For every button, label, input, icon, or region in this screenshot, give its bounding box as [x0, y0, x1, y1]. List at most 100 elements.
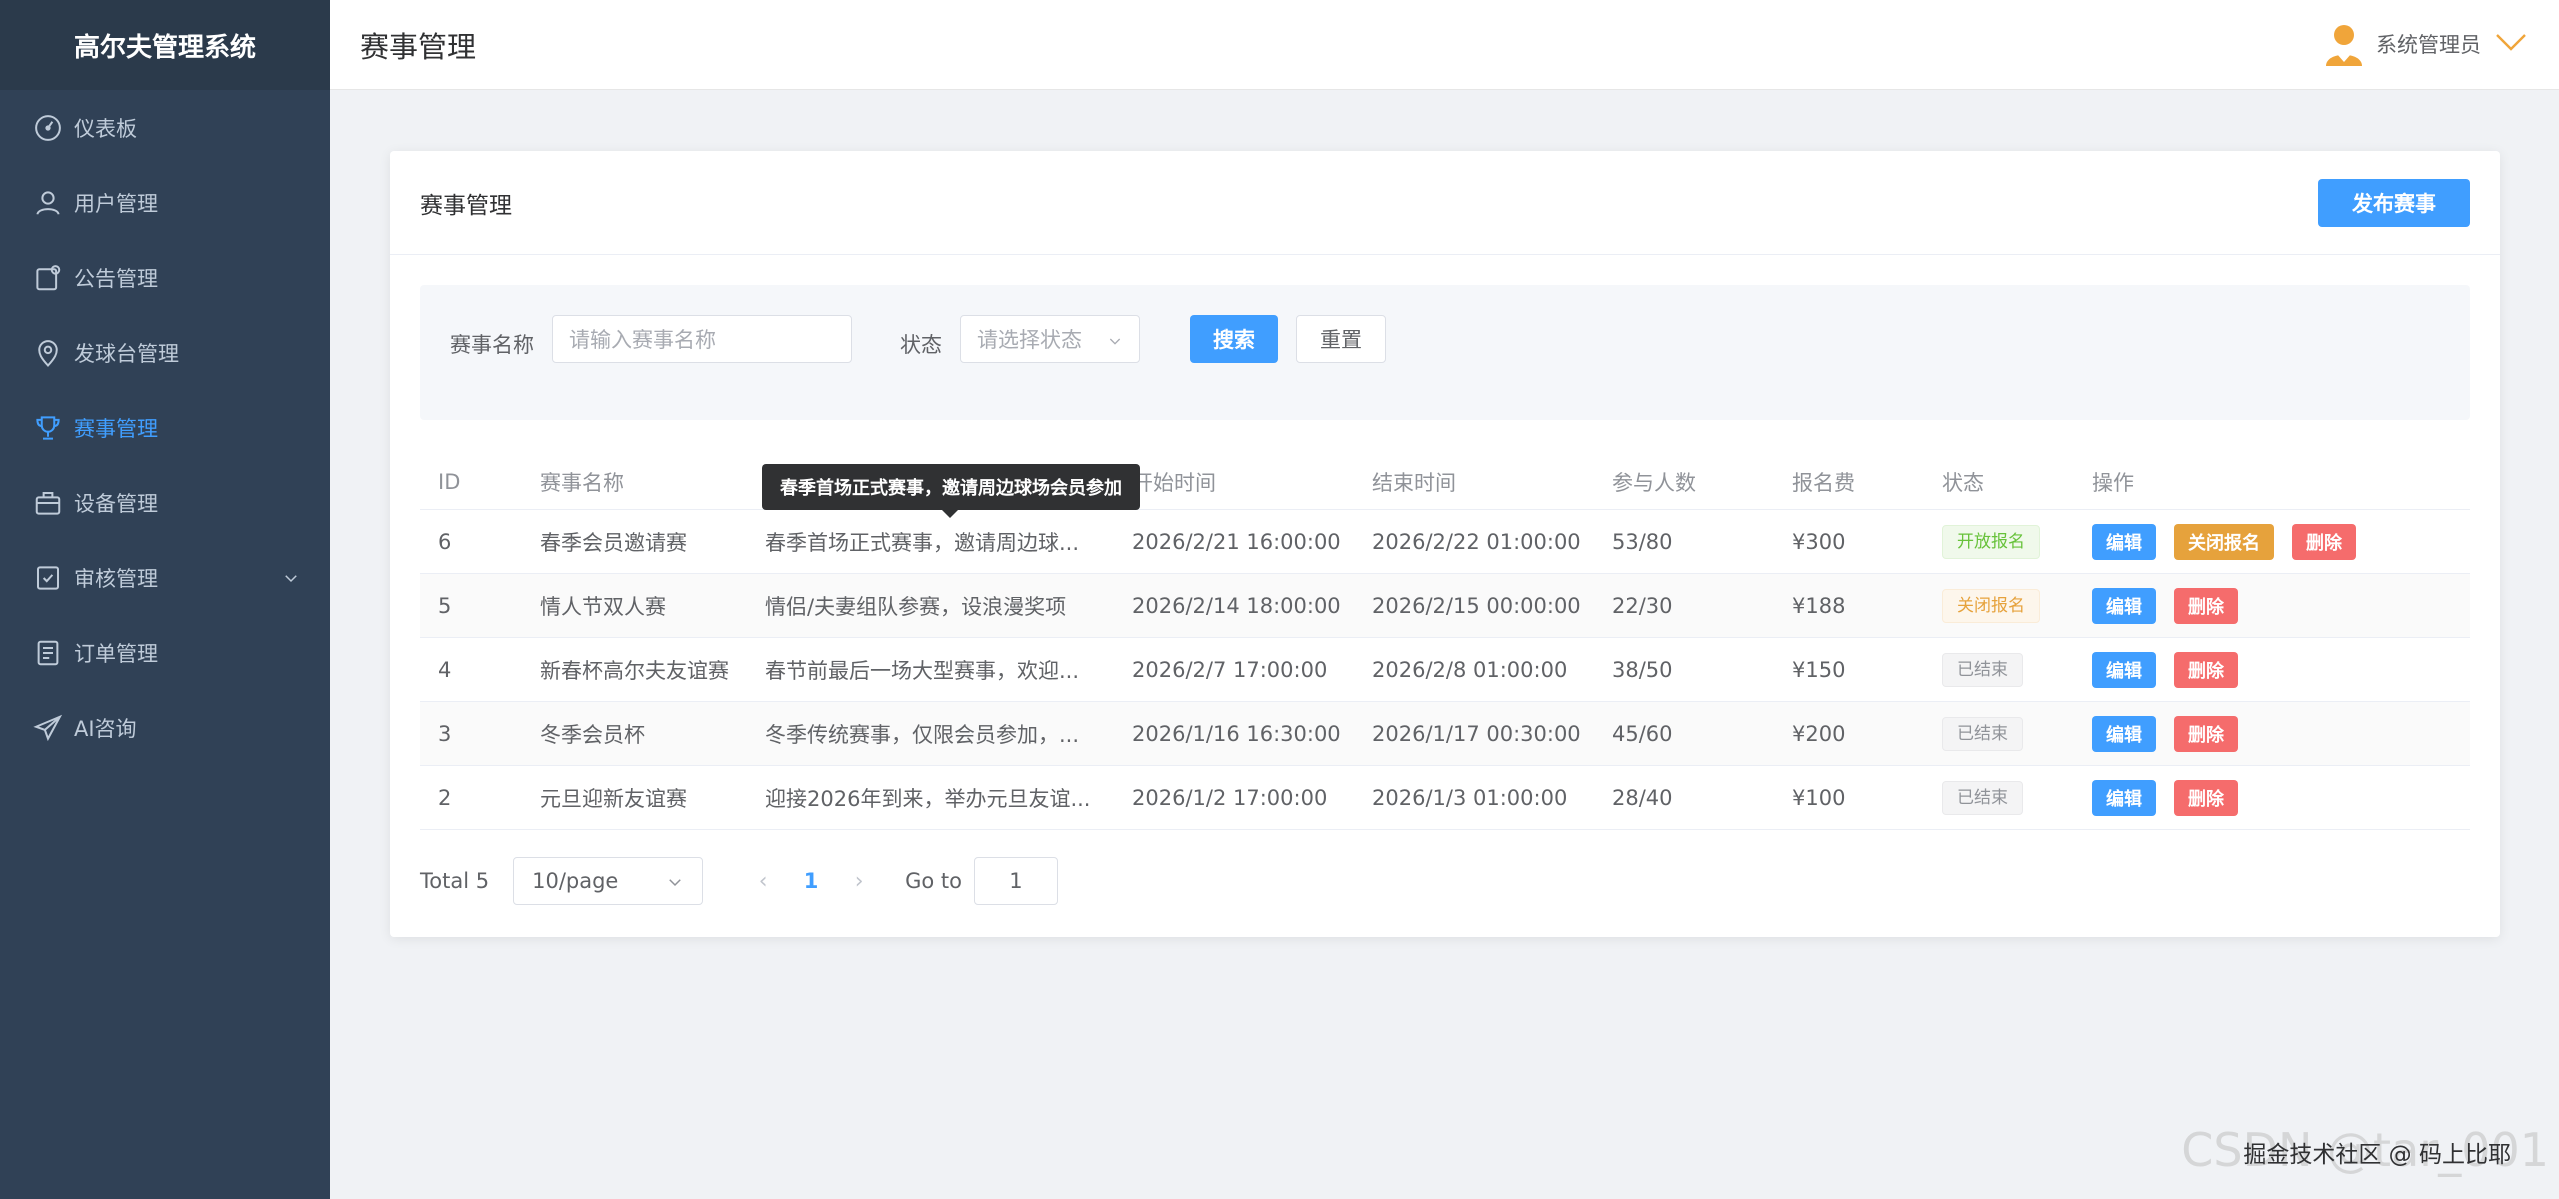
page-size-select[interactable]: 10/page [513, 857, 704, 905]
sidebar-item-events[interactable]: 赛事管理 [0, 390, 330, 465]
events-table: ID 赛事名称 开始时间 结束时间 参与人数 报名费 状态 操作 6 春季会员邀… [420, 454, 2470, 830]
status-badge: 开放报名 [1942, 524, 2040, 559]
cell-participants: 45/60 [1612, 721, 1673, 746]
cell-fee: ¥188 [1792, 593, 1846, 618]
cell-name: 春季会员邀请赛 [540, 530, 687, 555]
cell-id: 6 [438, 529, 452, 554]
cell-desc[interactable]: 春季首场正式赛事，邀请周边球... [765, 527, 1132, 557]
edit-button[interactable]: 编辑 [2092, 587, 2156, 624]
user-icon [32, 187, 64, 219]
prev-page-button[interactable]: ‹ [739, 869, 787, 894]
page-title: 赛事管理 [360, 29, 477, 64]
cell-fee: ¥200 [1792, 721, 1846, 746]
events-card: 赛事管理 发布赛事 赛事名称 请输入赛事名称 状态 请选择状态 搜索 重置 ID… [390, 151, 2500, 937]
sidebar-item-label: 公告管理 [74, 266, 158, 291]
status-select-placeholder: 请选择状态 [977, 328, 1082, 352]
delete-button[interactable]: 删除 [2174, 587, 2238, 624]
publish-event-button[interactable]: 发布赛事 [2318, 179, 2470, 227]
top-header: 赛事管理 系统管理员 [330, 0, 2559, 90]
send-icon [32, 712, 64, 744]
checklist-icon [32, 562, 64, 594]
cell-desc[interactable]: 迎接2026年到来，举办元旦友谊... [765, 783, 1132, 813]
app-title: 高尔夫管理系统 [0, 0, 330, 90]
table-row: 5 情人节双人赛 情侣/夫妻组队参赛，设浪漫奖项 2026/2/14 18:00… [420, 574, 2470, 638]
delete-button[interactable]: 删除 [2174, 715, 2238, 752]
document-icon [32, 637, 64, 669]
sidebar-item-orders[interactable]: 订单管理 [0, 615, 330, 690]
sidebar-item-review[interactable]: 审核管理 [0, 540, 330, 615]
cell-id: 5 [438, 593, 452, 618]
cell-name: 新春杯高尔夫友谊赛 [540, 658, 729, 683]
close-registration-button[interactable]: 关闭报名 [2174, 523, 2274, 560]
cell-name: 情人节双人赛 [540, 594, 666, 619]
cell-desc[interactable]: 情侣/夫妻组队参赛，设浪漫奖项 [765, 591, 1132, 621]
cell-fee: ¥100 [1792, 785, 1846, 810]
column-header: 开始时间 [1132, 470, 1216, 495]
sidebar-item-users[interactable]: 用户管理 [0, 165, 330, 240]
cell-participants: 28/40 [1612, 785, 1673, 810]
cell-name: 元旦迎新友谊赛 [540, 786, 687, 811]
cell-start: 2026/2/7 17:00:00 [1132, 657, 1328, 682]
sidebar-item-devices[interactable]: 设备管理 [0, 465, 330, 540]
status-badge: 已结束 [1942, 716, 2023, 751]
chevron-down-icon [282, 568, 300, 592]
edit-button[interactable]: 编辑 [2092, 715, 2156, 752]
cell-desc[interactable]: 冬季传统赛事，仅限会员参加，... [765, 719, 1132, 749]
status-badge: 已结束 [1942, 780, 2023, 815]
sidebar-item-label: 设备管理 [74, 491, 158, 516]
cell-start: 2026/1/16 16:30:00 [1132, 721, 1341, 746]
delete-button[interactable]: 删除 [2292, 523, 2356, 560]
sidebar-item-label: AI咨询 [74, 716, 137, 741]
watermark: 掘金技术社区 @ 码上比耶 [2243, 1142, 2511, 1168]
status-badge: 关闭报名 [1942, 588, 2040, 623]
page-size-value: 10/page [532, 869, 619, 893]
table-row: 4 新春杯高尔夫友谊赛 春节前最后一场大型赛事，欢迎... 2026/2/7 1… [420, 638, 2470, 702]
sidebar-item-dashboard[interactable]: 仪表板 [0, 90, 330, 165]
next-page-button[interactable]: › [835, 869, 883, 894]
status-badge: 已结束 [1942, 652, 2023, 687]
cell-end: 2026/2/8 01:00:00 [1372, 657, 1568, 682]
card-header: 赛事管理 发布赛事 [390, 151, 2500, 255]
user-menu[interactable]: 系统管理员 [2324, 22, 2527, 66]
cell-end: 2026/2/15 00:00:00 [1372, 593, 1581, 618]
search-form: 赛事名称 请输入赛事名称 状态 请选择状态 搜索 重置 [420, 285, 2470, 420]
cell-start: 2026/2/21 16:00:00 [1132, 529, 1341, 554]
edit-button[interactable]: 编辑 [2092, 779, 2156, 816]
description-tooltip: 春季首场正式赛事，邀请周边球场会员参加 [762, 464, 1140, 518]
reset-button[interactable]: 重置 [1296, 315, 1386, 363]
chevron-down-icon [1107, 330, 1123, 354]
cell-name: 冬季会员杯 [540, 722, 645, 747]
sidebar-item-notices[interactable]: 公告管理 [0, 240, 330, 315]
cell-end: 2026/1/3 01:00:00 [1372, 785, 1568, 810]
cell-desc[interactable]: 春节前最后一场大型赛事，欢迎... [765, 655, 1132, 685]
sidebar-item-label: 赛事管理 [74, 416, 158, 441]
event-name-input[interactable]: 请输入赛事名称 [552, 315, 852, 363]
cell-end: 2026/1/17 00:30:00 [1372, 721, 1581, 746]
goto-label: Go to [905, 869, 962, 893]
column-header: 参与人数 [1612, 470, 1696, 495]
sidebar-item-label: 订单管理 [74, 641, 158, 666]
sidebar-item-tee[interactable]: 发球台管理 [0, 315, 330, 390]
dashboard-icon [32, 112, 64, 144]
column-header: ID [438, 469, 461, 494]
delete-button[interactable]: 删除 [2174, 779, 2238, 816]
sidebar: 高尔夫管理系统 仪表板 用户管理 公告管理 发球台管理 赛事管理 设备管理 审核… [0, 0, 330, 1199]
goto-page-input[interactable]: 1 [973, 857, 1058, 905]
column-header: 状态 [1942, 470, 1984, 495]
cell-start: 2026/1/2 17:00:00 [1132, 785, 1328, 810]
page-number[interactable]: 1 [787, 869, 835, 893]
table-row: 2 元旦迎新友谊赛 迎接2026年到来，举办元旦友谊... 2026/1/2 1… [420, 766, 2470, 830]
cell-id: 3 [438, 721, 452, 746]
sidebar-item-ai[interactable]: AI咨询 [0, 690, 330, 765]
sidebar-menu: 仪表板 用户管理 公告管理 发球台管理 赛事管理 设备管理 审核管理 订单管理 … [0, 90, 330, 765]
delete-button[interactable]: 删除 [2174, 651, 2238, 688]
cell-id: 4 [438, 657, 452, 682]
status-select[interactable]: 请选择状态 [960, 315, 1140, 363]
column-header: 操作 [2092, 470, 2134, 495]
edit-button[interactable]: 编辑 [2092, 523, 2156, 560]
search-button[interactable]: 搜索 [1190, 315, 1278, 363]
edit-button[interactable]: 编辑 [2092, 651, 2156, 688]
chevron-down-icon [2495, 32, 2527, 57]
column-header: 结束时间 [1372, 470, 1456, 495]
chevron-down-icon [666, 872, 684, 896]
